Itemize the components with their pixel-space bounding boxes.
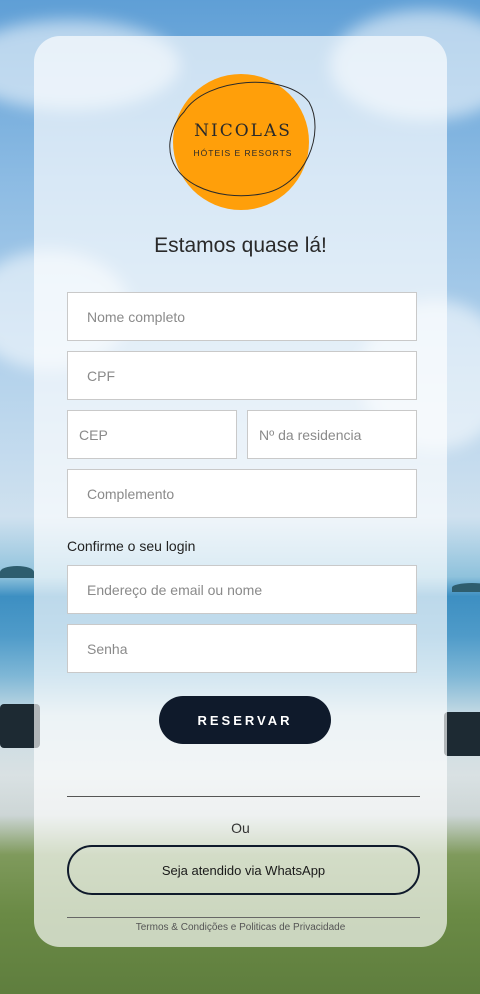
cep-field[interactable] xyxy=(67,410,237,459)
or-separator: Ou xyxy=(231,820,250,836)
login-section-label: Confirme o seu login xyxy=(67,538,196,554)
divider-bottom xyxy=(67,917,420,918)
logo-name: NICOLAS xyxy=(194,121,292,141)
divider-top xyxy=(67,796,420,797)
footer-links: Termos & Condições e Politicas de Privac… xyxy=(34,922,447,933)
cep-input[interactable] xyxy=(68,411,236,458)
password-input[interactable] xyxy=(68,625,416,672)
cpf-field[interactable] xyxy=(67,351,417,400)
logo-tagline: HÓTEIS E RESORTS xyxy=(194,148,293,158)
complement-field[interactable] xyxy=(67,469,417,518)
whatsapp-button[interactable]: Seja atendido via WhatsApp xyxy=(67,845,420,895)
email-or-name-input[interactable] xyxy=(68,566,416,613)
footer-and: e xyxy=(230,922,237,933)
nicolas-logo: NICOLAS HÓTEIS E RESORTS xyxy=(169,74,316,210)
email-field[interactable] xyxy=(67,565,417,614)
complement-input[interactable] xyxy=(68,470,416,517)
cpf-input[interactable] xyxy=(68,352,416,399)
full-name-field[interactable] xyxy=(67,292,417,341)
page-title: Estamos quase lá! xyxy=(154,234,327,257)
logo-circle-icon xyxy=(173,74,309,210)
full-name-input[interactable] xyxy=(68,293,416,340)
terms-link[interactable]: Termos & Condições xyxy=(136,922,228,933)
reserve-button[interactable]: RESERVAR xyxy=(159,696,331,744)
house-number-field[interactable] xyxy=(247,410,417,459)
password-field[interactable] xyxy=(67,624,417,673)
house-number-input[interactable] xyxy=(248,411,416,458)
privacy-link[interactable]: Politicas de Privacidade xyxy=(239,922,345,933)
